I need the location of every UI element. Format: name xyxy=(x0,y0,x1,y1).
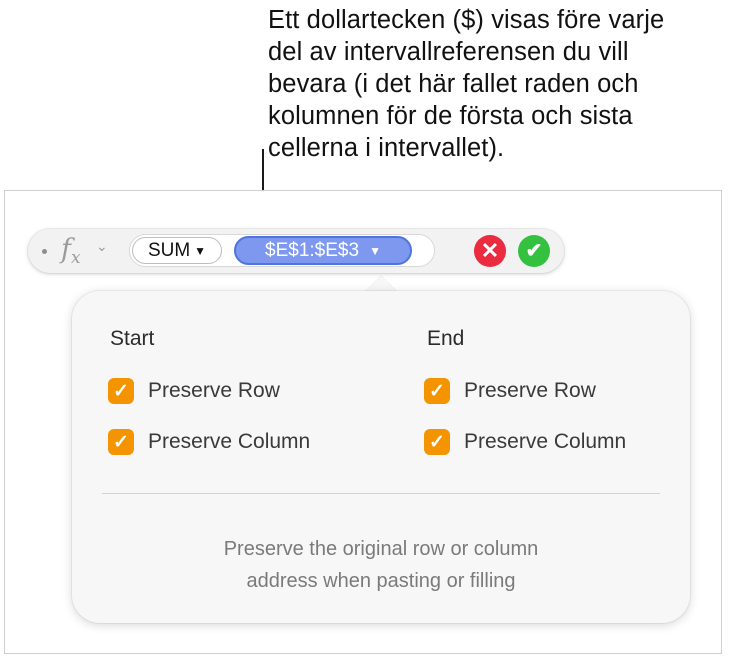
cancel-button[interactable]: ✕ xyxy=(474,235,506,267)
end-preserve-row-option[interactable]: ✓ Preserve Row xyxy=(424,378,596,404)
end-preserve-row-label: Preserve Row xyxy=(464,379,596,402)
help-note: Preserve the original row or column addr… xyxy=(223,538,539,592)
formula-input[interactable]: SUM ▼ $E$1:$E$3 ▼ xyxy=(129,234,435,267)
accept-button[interactable]: ✔ xyxy=(518,235,550,267)
start-preserve-row-label: Preserve Row xyxy=(148,379,280,402)
preserve-options-popover: Start End ✓ Preserve Row ✓ Preserve Colu… xyxy=(72,291,690,623)
end-preserve-column-checkbox[interactable]: ✓ xyxy=(424,429,450,455)
divider xyxy=(102,493,660,494)
end-preserve-column-label: Preserve Column xyxy=(464,430,627,453)
function-token-label: SUM xyxy=(147,239,191,261)
start-preserve-row-checkbox[interactable]: ✓ xyxy=(108,378,134,404)
start-heading: Start xyxy=(110,327,155,350)
callout-text: Ett dollartecken ($) visas före varje de… xyxy=(268,6,665,162)
chevron-down-icon: ▼ xyxy=(369,243,381,258)
start-preserve-column-checkbox[interactable]: ✓ xyxy=(108,429,134,455)
chevron-down-icon: ▼ xyxy=(194,243,207,258)
chevron-down-icon[interactable]: ⌄ xyxy=(96,238,108,255)
function-token-sum[interactable]: SUM ▼ xyxy=(132,237,222,264)
range-token-label: $E$1:$E$3 xyxy=(265,239,360,261)
formula-editor-bar: fx ⌄ SUM ▼ $E$1:$E$3 ▼ ✕ ✔ xyxy=(28,229,564,273)
close-icon: ✕ xyxy=(480,238,500,263)
checkmark-icon: ✔ xyxy=(525,240,543,262)
end-preserve-column-option[interactable]: ✓ Preserve Column xyxy=(424,429,626,455)
range-token[interactable]: $E$1:$E$3 ▼ xyxy=(234,236,412,265)
start-preserve-column-option[interactable]: ✓ Preserve Column xyxy=(108,429,310,455)
drag-handle-icon[interactable] xyxy=(42,249,47,254)
start-preserve-row-option[interactable]: ✓ Preserve Row xyxy=(108,378,280,404)
end-preserve-row-checkbox[interactable]: ✓ xyxy=(424,378,450,404)
start-preserve-column-label: Preserve Column xyxy=(148,430,311,453)
end-heading: End xyxy=(427,327,465,350)
popover-arrow xyxy=(365,276,397,292)
fx-icon[interactable]: fx xyxy=(61,234,81,268)
